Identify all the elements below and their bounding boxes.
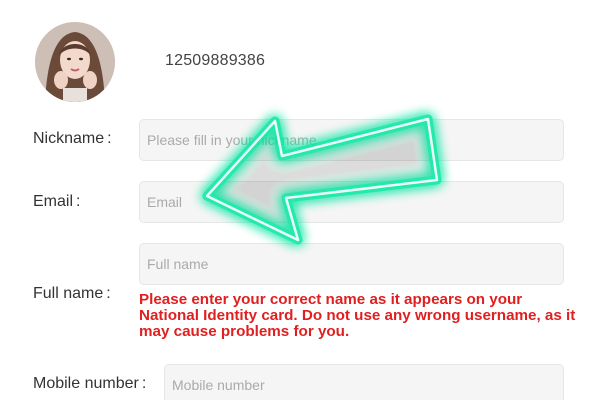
fullname-label-colon: :	[106, 285, 111, 302]
email-label-colon: :	[76, 193, 81, 210]
avatar[interactable]	[35, 22, 115, 102]
mobile-input[interactable]	[164, 364, 564, 400]
fullname-warning-text: Please enter your correct name as it app…	[139, 291, 576, 340]
email-label-text: Email	[33, 193, 74, 210]
nickname-input[interactable]	[139, 119, 564, 161]
mobile-label-colon: :	[141, 375, 147, 392]
fullname-input[interactable]	[139, 243, 564, 285]
avatar-portrait-image	[35, 22, 115, 102]
fullname-label: Full name:	[33, 285, 111, 303]
mobile-label: Mobile number:	[33, 375, 146, 393]
email-label: Email:	[33, 193, 80, 211]
nickname-label-text: Nickname	[33, 130, 105, 147]
profile-form-page: 12509889386 Nickname: Email: Full name: …	[0, 0, 600, 400]
email-input[interactable]	[139, 181, 564, 223]
nickname-label-colon: :	[107, 130, 112, 147]
fullname-label-text: Full name	[33, 285, 104, 302]
mobile-label-text: Mobile number	[33, 375, 139, 392]
nickname-label: Nickname:	[33, 130, 112, 148]
user-phone-number: 12509889386	[165, 52, 266, 69]
